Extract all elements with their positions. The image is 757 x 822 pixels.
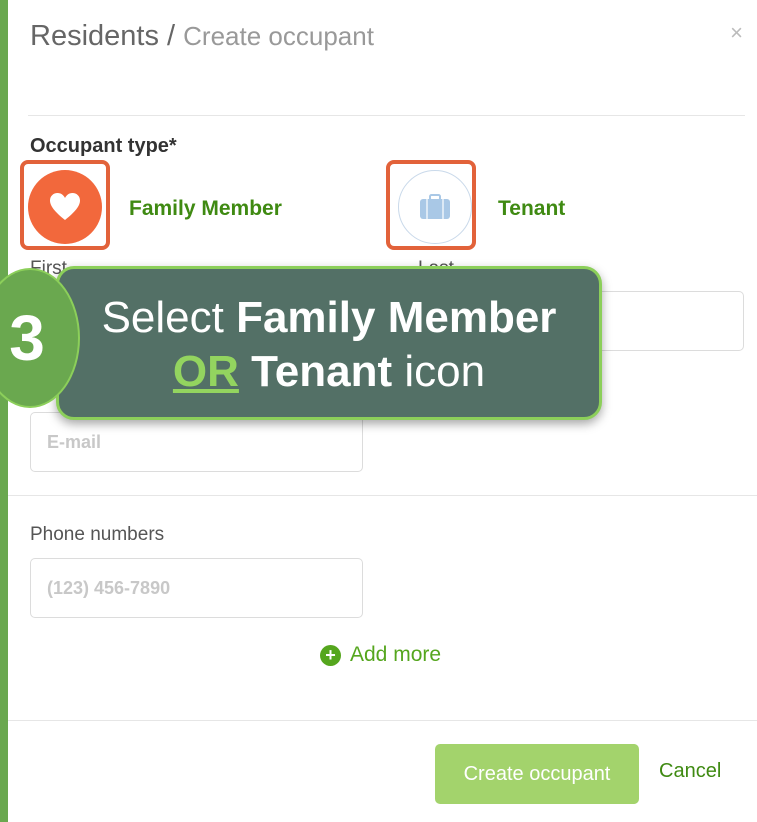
callout-text: Select bbox=[101, 293, 237, 342]
breadcrumb-current: Create occupant bbox=[183, 21, 374, 51]
family-member-label[interactable]: Family Member bbox=[129, 197, 282, 221]
callout-tenant: Tenant bbox=[251, 347, 393, 396]
occupant-type-label: Occupant type* bbox=[30, 135, 177, 157]
callout-or: OR bbox=[172, 347, 239, 396]
heart-icon bbox=[50, 193, 80, 220]
add-more-label: Add more bbox=[350, 643, 442, 666]
tenant-label[interactable]: Tenant bbox=[498, 197, 565, 221]
divider bbox=[28, 115, 745, 116]
phone-numbers-label: Phone numbers bbox=[30, 524, 165, 545]
breadcrumb: Residents / Create occupant bbox=[30, 20, 374, 53]
close-icon[interactable]: × bbox=[730, 20, 743, 46]
instruction-callout: Select Family Member OR Tenant icon bbox=[56, 266, 602, 420]
callout-line-2: OR Tenant icon bbox=[59, 345, 599, 399]
plus-circle-icon: + bbox=[320, 644, 341, 666]
add-more-button[interactable]: + Add more bbox=[320, 643, 441, 667]
callout-suffix: icon bbox=[392, 347, 486, 396]
last-name-input[interactable] bbox=[580, 291, 744, 351]
create-occupant-button[interactable]: Create occupant bbox=[435, 744, 639, 804]
email-input[interactable] bbox=[30, 412, 363, 472]
briefcase-icon bbox=[420, 194, 450, 219]
divider bbox=[8, 495, 757, 496]
breadcrumb-separator: / bbox=[167, 20, 176, 52]
divider bbox=[8, 720, 757, 721]
family-member-option[interactable] bbox=[28, 170, 102, 244]
callout-line-1: Select Family Member bbox=[59, 291, 599, 345]
phone-input[interactable] bbox=[30, 558, 363, 618]
breadcrumb-root[interactable]: Residents bbox=[30, 20, 159, 52]
cancel-button[interactable]: Cancel bbox=[659, 760, 721, 783]
tenant-option[interactable] bbox=[398, 170, 472, 244]
callout-family-member: Family Member bbox=[236, 293, 557, 342]
